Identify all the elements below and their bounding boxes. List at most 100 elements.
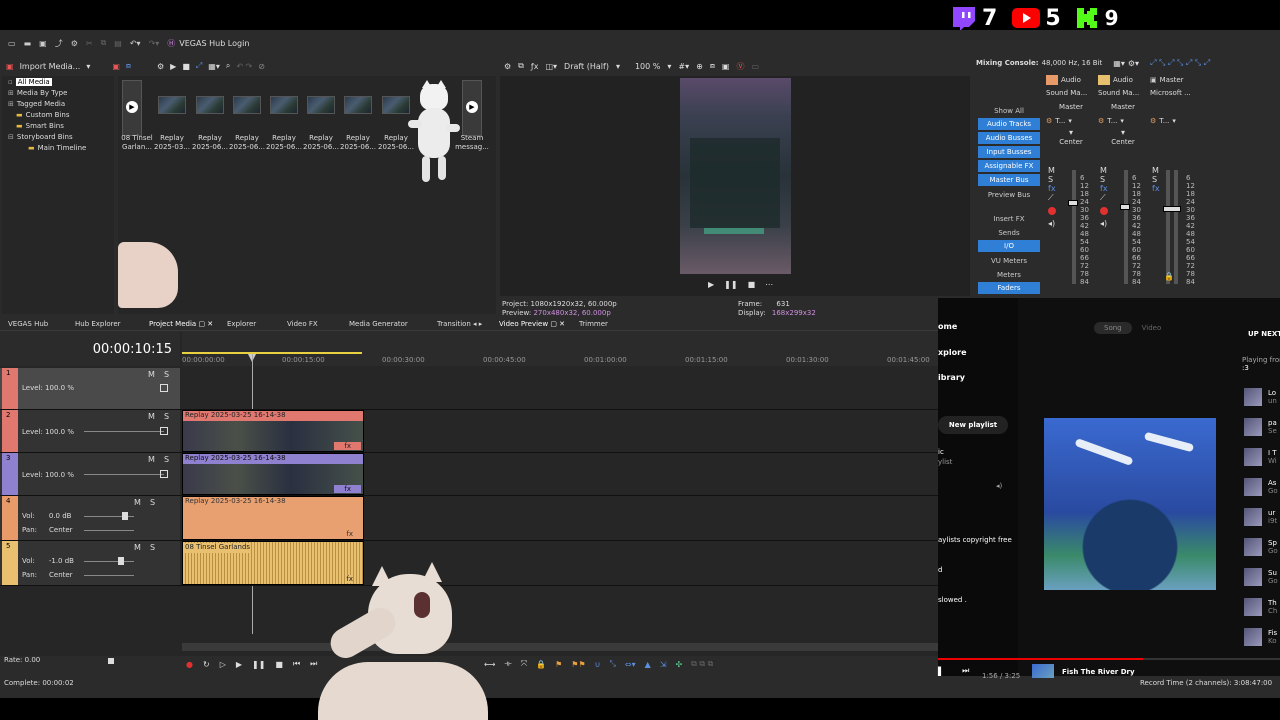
tab-trimmer[interactable]: Trimmer: [579, 320, 629, 328]
rate-slider-handle[interactable]: [108, 658, 114, 664]
auto-crossfade-icon[interactable]: ⤡: [609, 659, 615, 669]
play-from-start-icon[interactable]: ▷: [220, 660, 226, 669]
channel-device[interactable]: Sound Ma...: [1046, 86, 1096, 100]
channel-fx[interactable]: T...: [1107, 117, 1117, 125]
up-next-tab[interactable]: UP NEXT: [1248, 330, 1280, 338]
solo-button[interactable]: S: [1152, 175, 1164, 184]
track-volume-handle[interactable]: [118, 557, 124, 565]
channel-pan-dropdown-icon[interactable]: ▾: [1046, 128, 1096, 138]
get-media-icon[interactable]: ⧈: [126, 61, 131, 71]
nav-explore[interactable]: xplore: [938, 348, 967, 357]
save-snapshot-icon[interactable]: ▣: [722, 62, 730, 71]
zoom-select[interactable]: 100 %: [635, 62, 660, 71]
tab-media-generator[interactable]: Media Generator: [349, 320, 437, 328]
redo-icon[interactable]: ↷▾: [149, 39, 160, 48]
dropdown-icon[interactable]: ▾: [86, 62, 90, 71]
media-fx-icon[interactable]: ⚙: [157, 62, 164, 71]
go-to-start-icon[interactable]: ⏮: [293, 659, 300, 669]
lock-envelopes-icon[interactable]: ▲: [645, 660, 651, 669]
tree-item-smart-bins[interactable]: ▬ Smart Bins: [2, 120, 114, 131]
vegas-hub-icon[interactable]: Ⓗ: [167, 38, 175, 49]
import-media-icon[interactable]: ▣: [6, 62, 14, 71]
phase-icon[interactable]: ⟋: [1100, 193, 1112, 203]
next-icon[interactable]: ⏭: [962, 666, 969, 676]
channel-fader[interactable]: [1120, 204, 1130, 210]
video-clip[interactable]: Replay 2025-03-25 16-14-38 fx: [182, 410, 364, 452]
song-video-toggle[interactable]: Song Video: [1094, 322, 1171, 334]
new-playlist-button[interactable]: New playlist: [938, 416, 1008, 434]
channel-fx[interactable]: T...: [1055, 117, 1065, 125]
io-button[interactable]: I/O: [978, 240, 1040, 252]
channel-device[interactable]: Sound Ma...: [1098, 86, 1148, 100]
zoom-dropdown-icon[interactable]: ▾: [667, 62, 671, 71]
nav-library[interactable]: ibrary: [938, 373, 965, 382]
channel-output[interactable]: Master: [1046, 100, 1096, 114]
save-icon[interactable]: ▣: [39, 39, 47, 48]
selection-icon[interactable]: ⧉ ⧉ ⧉: [691, 659, 713, 669]
channel-fx-dropdown-icon[interactable]: ▾: [1120, 117, 1124, 125]
channel-fx-dropdown-icon[interactable]: ▾: [1068, 117, 1072, 125]
split-screen-icon[interactable]: ◫▾: [545, 62, 557, 71]
assignable-fx-button[interactable]: Assignable FX: [978, 160, 1040, 172]
record-icon[interactable]: ●: [186, 660, 193, 669]
fx-bypass-icon[interactable]: fx: [1048, 184, 1060, 193]
channel-fx[interactable]: T...: [1159, 117, 1169, 125]
loop-icon[interactable]: ↻: [203, 660, 210, 669]
grid-icon[interactable]: #▾: [678, 62, 689, 71]
track-volume-handle[interactable]: [122, 512, 128, 520]
timeline-scrollbar[interactable]: [182, 643, 938, 651]
copy-icon[interactable]: ⧉: [101, 38, 107, 48]
meters-button[interactable]: Meters: [978, 268, 1040, 282]
go-to-end-icon[interactable]: ⏭: [310, 659, 317, 669]
tab-close-icon[interactable]: ▢ ✕: [198, 320, 213, 328]
mixer-view-icon[interactable]: ▦▾: [1113, 59, 1125, 68]
channel-fx-dropdown-icon[interactable]: ▾: [1172, 117, 1176, 125]
video-fx-icon[interactable]: ƒx: [531, 62, 539, 71]
track-mute-button[interactable]: M: [148, 370, 155, 379]
track-pan-slider[interactable]: [84, 530, 134, 531]
pause-icon[interactable]: ❚❚: [252, 660, 265, 669]
track-solo-button[interactable]: S: [164, 455, 169, 464]
lock-icon[interactable]: 🔒: [536, 660, 546, 669]
clip-fx-icon[interactable]: fx: [346, 530, 353, 538]
track-level-handle[interactable]: [160, 470, 168, 478]
record-arm-icon[interactable]: [1100, 207, 1108, 215]
tree-item-media-by-type[interactable]: ⊞ Media By Type: [2, 87, 114, 98]
tab-vegas-hub[interactable]: VEGAS Hub: [0, 320, 75, 328]
undo-icon[interactable]: ↶▾: [130, 39, 141, 48]
master-fader[interactable]: [1163, 206, 1181, 212]
video-clip[interactable]: Replay 2025-03-25 16-14-38 fx: [182, 453, 364, 495]
media-thumb-audio[interactable]: ▶: [122, 80, 142, 136]
queue-item[interactable]: Lo un: [1244, 382, 1280, 412]
track-mute-button[interactable]: M: [148, 455, 155, 464]
channel-fx-icon[interactable]: ⚙: [1046, 117, 1052, 125]
channel-fader[interactable]: [1068, 200, 1078, 206]
queue-item[interactable]: Fis Ko: [1244, 622, 1280, 652]
channel-device[interactable]: Microsoft ...: [1150, 86, 1210, 100]
media-thumb-replay[interactable]: [233, 96, 261, 114]
overlays-icon[interactable]: ⊕: [696, 62, 703, 71]
channel-fx-icon[interactable]: ⚙: [1098, 117, 1104, 125]
play-icon[interactable]: ▶: [236, 660, 242, 669]
solo-button[interactable]: S: [1100, 175, 1112, 184]
channel-pan-dropdown-icon[interactable]: ▾: [1098, 128, 1148, 138]
playlist-item[interactable]: d: [938, 566, 942, 574]
new-file-icon[interactable]: ▭: [8, 39, 16, 48]
tab-video-fx[interactable]: Video FX: [287, 320, 349, 328]
preview-stop-icon[interactable]: ■: [748, 280, 756, 289]
audio-clip[interactable]: Replay 2025-03-25 16-14-38 fx: [182, 496, 364, 540]
track-solo-button[interactable]: S: [150, 498, 155, 507]
tree-item-main-timeline[interactable]: ▬ Main Timeline: [2, 142, 114, 153]
import-media-button[interactable]: Import Media...: [20, 62, 81, 71]
preview-bus-button[interactable]: Preview Bus: [978, 188, 1040, 202]
views-icon[interactable]: ▦▾: [208, 62, 220, 71]
sends-button[interactable]: Sends: [978, 226, 1040, 240]
split-icon[interactable]: ⟛: [504, 659, 511, 669]
pause-icon[interactable]: ▌: [938, 667, 944, 676]
track-solo-button[interactable]: S: [150, 543, 155, 552]
stop-icon[interactable]: ■: [182, 62, 190, 71]
back-icon[interactable]: ↶ ↷: [236, 62, 252, 71]
record-arm-icon[interactable]: [1048, 207, 1056, 215]
ignore-grouping-icon[interactable]: ⇲: [660, 660, 667, 669]
playlist-item[interactable]: ic: [938, 448, 944, 456]
